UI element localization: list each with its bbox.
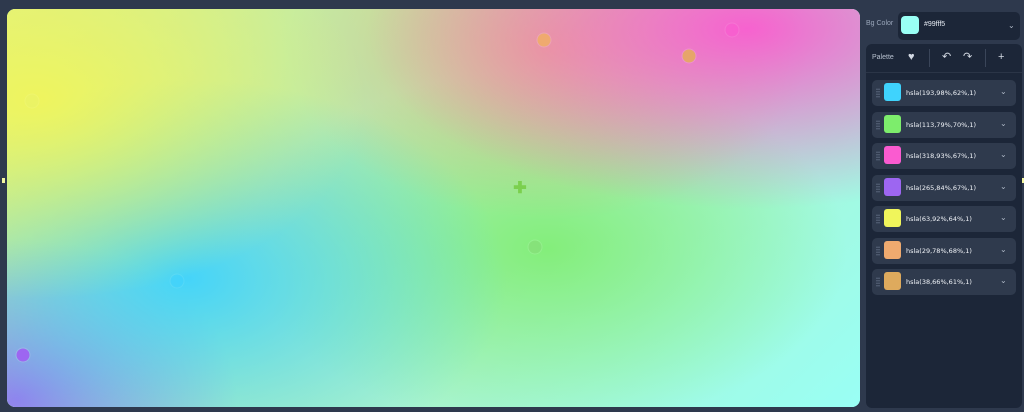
left-resize-handle[interactable] bbox=[2, 178, 5, 183]
add-point-icon[interactable]: ✚ bbox=[513, 181, 526, 197]
color-point-blue[interactable] bbox=[170, 274, 184, 288]
palette-color-swatch[interactable] bbox=[884, 177, 901, 196]
drag-handle-icon[interactable] bbox=[876, 88, 880, 98]
drag-handle-icon[interactable] bbox=[876, 214, 880, 224]
palette-item[interactable]: hsla(38,66%,61%,1) ⌄ bbox=[872, 269, 1016, 295]
palette-color-value: hsla(29,78%,68%,1) bbox=[906, 246, 972, 255]
palette-item[interactable]: hsla(113,79%,70%,1) ⌄ bbox=[872, 111, 1016, 138]
palette-toolbar: Palette ♥ ↶ ↷ + bbox=[866, 44, 1022, 73]
palette-color-value: hsla(113,79%,70%,1) bbox=[906, 120, 977, 129]
bg-color-value: #99fff5 bbox=[924, 21, 946, 28]
bg-color-picker[interactable]: #99fff5 ⌄ bbox=[898, 12, 1020, 40]
bg-color-label: Bg Color bbox=[866, 20, 894, 27]
palette-color-value: hsla(193,98%,62%,1) bbox=[906, 89, 977, 97]
color-point-yellow[interactable] bbox=[25, 94, 39, 108]
gradient-canvas[interactable]: ✚ bbox=[7, 9, 860, 407]
drag-handle-icon[interactable] bbox=[876, 245, 880, 256]
palette-color-swatch[interactable] bbox=[884, 240, 901, 259]
color-point-pink[interactable] bbox=[725, 23, 739, 37]
drag-handle-icon[interactable] bbox=[876, 151, 880, 161]
side-panel: Bg Color #99fff5 ⌄ Palette ♥ ↶ ↷ + hsla(… bbox=[866, 0, 1024, 412]
palette-item[interactable]: hsla(265,84%,67%,1) ⌄ bbox=[872, 174, 1016, 201]
palette-color-value: hsla(265,84%,67%,1) bbox=[906, 183, 977, 192]
drag-handle-icon[interactable] bbox=[876, 277, 880, 287]
palette-color-swatch[interactable] bbox=[884, 146, 901, 164]
chevron-down-icon[interactable]: ⌄ bbox=[1000, 151, 1008, 159]
chevron-down-icon[interactable]: ⌄ bbox=[1008, 22, 1016, 30]
heart-icon[interactable]: ♥ bbox=[908, 51, 915, 63]
color-point-purple[interactable] bbox=[16, 348, 30, 362]
color-point-orange[interactable] bbox=[537, 33, 551, 47]
chevron-down-icon[interactable]: ⌄ bbox=[1000, 88, 1008, 96]
palette-color-value: hsla(38,66%,61%,1) bbox=[906, 278, 972, 286]
palette-item[interactable]: hsla(29,78%,68%,1) ⌄ bbox=[872, 237, 1016, 264]
palette-color-value: hsla(318,93%,67%,1) bbox=[906, 152, 977, 160]
palette-item[interactable]: hsla(193,98%,62%,1) ⌄ bbox=[872, 80, 1016, 106]
color-point-gold[interactable] bbox=[682, 49, 696, 63]
chevron-down-icon[interactable]: ⌄ bbox=[1000, 277, 1008, 285]
undo-icon[interactable]: ↶ bbox=[942, 51, 951, 63]
palette-color-swatch[interactable] bbox=[884, 209, 901, 227]
mesh-gradient bbox=[7, 9, 860, 407]
palette-item[interactable]: hsla(63,92%,64%,1) ⌄ bbox=[872, 206, 1016, 232]
palette-color-value: hsla(63,92%,64%,1) bbox=[906, 215, 972, 223]
palette-item[interactable]: hsla(318,93%,67%,1) ⌄ bbox=[872, 143, 1016, 169]
chevron-down-icon[interactable]: ⌄ bbox=[1000, 214, 1008, 222]
palette-color-swatch[interactable] bbox=[884, 272, 901, 290]
palette-color-swatch[interactable] bbox=[884, 114, 901, 133]
drag-handle-icon[interactable] bbox=[876, 182, 880, 193]
palette-card: Palette ♥ ↶ ↷ + hsla(193,98%,62%,1) ⌄ hsla… bbox=[866, 44, 1022, 408]
palette-label: Palette bbox=[872, 54, 894, 61]
toolbar-divider bbox=[985, 49, 986, 67]
chevron-down-icon[interactable]: ⌄ bbox=[1000, 182, 1008, 191]
bg-color-row: Bg Color #99fff5 ⌄ bbox=[866, 12, 1022, 40]
drag-handle-icon[interactable] bbox=[876, 119, 880, 130]
toolbar-divider bbox=[929, 49, 930, 67]
bg-color-swatch[interactable] bbox=[901, 16, 919, 34]
color-point-green[interactable] bbox=[528, 240, 542, 254]
chevron-down-icon[interactable]: ⌄ bbox=[1000, 245, 1008, 254]
redo-icon[interactable]: ↷ bbox=[963, 51, 972, 63]
plus-icon[interactable]: + bbox=[998, 51, 1004, 63]
chevron-down-icon[interactable]: ⌄ bbox=[1000, 119, 1008, 128]
palette-color-swatch[interactable] bbox=[884, 83, 901, 101]
